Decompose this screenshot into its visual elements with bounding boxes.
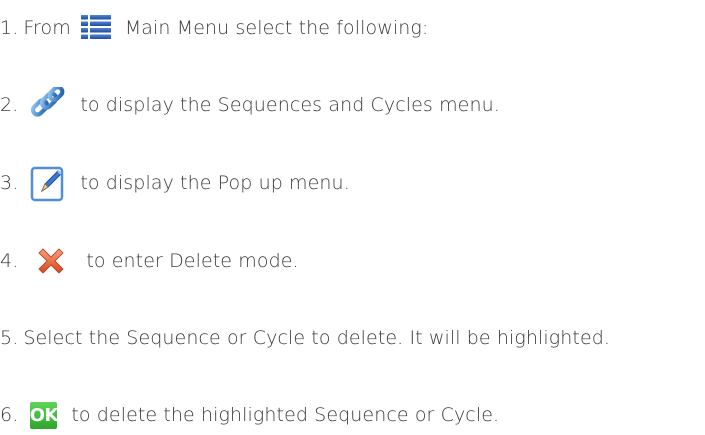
step-number: 3. [0,172,19,194]
instruction-step-6: 6. OK to delete the highlighted Sequence… [0,395,499,435]
edit-pencil-icon [30,164,66,202]
step-text: to display the Pop up menu. [80,172,350,194]
step-text: Select the Sequence or Cycle to delete. … [23,327,611,349]
main-menu-list-icon [80,14,112,42]
step-number: 6. [0,404,19,426]
step-prefix: From [23,17,71,39]
instruction-step-5: 5. Select the Sequence or Cycle to delet… [0,318,610,358]
chain-link-icon [30,87,66,123]
delete-x-icon [36,247,66,275]
step-text: Main Menu select the following: [124,17,429,39]
step-number: 4. [0,250,19,272]
ok-button-icon: OK [30,401,58,429]
step-number: 1. [0,17,19,39]
step-number: 2. [0,94,19,116]
instruction-step-1: 1. From Main Menu select the following: [0,8,428,48]
instruction-step-2: 2. to display the Sequences and Cycles m… [0,85,500,125]
instruction-step-4: 4. to enter Delete mode. [0,241,299,281]
step-number: 5. [0,327,19,349]
instruction-step-3: 3. to display the Pop up menu. [0,163,350,203]
step-text: to delete the highlighted Sequence or Cy… [71,404,500,426]
step-text: to display the Sequences and Cycles menu… [80,94,500,116]
step-text: to enter Delete mode. [86,250,299,272]
